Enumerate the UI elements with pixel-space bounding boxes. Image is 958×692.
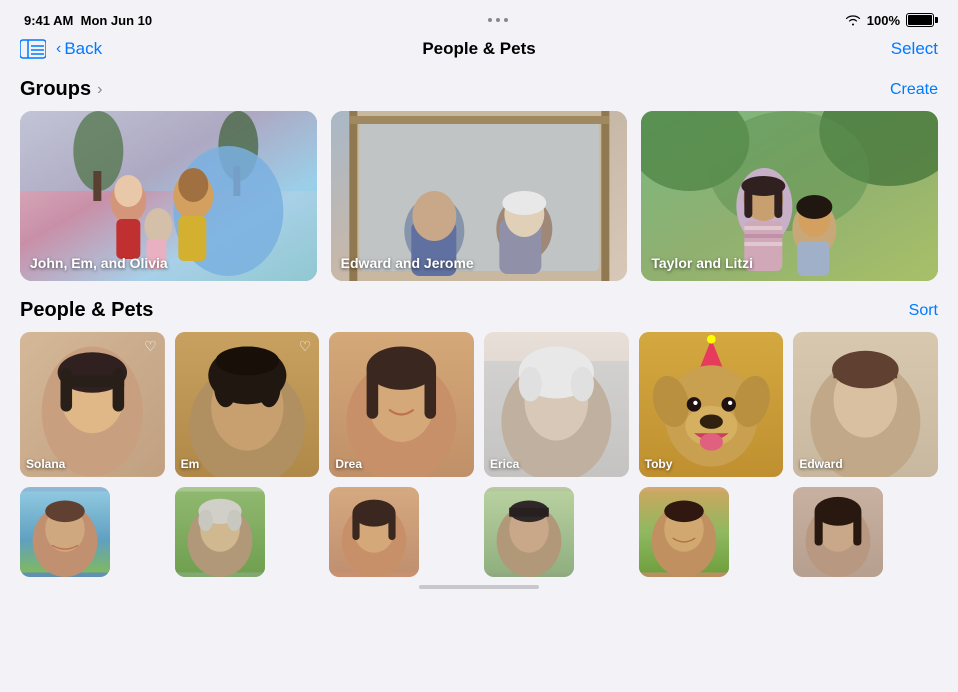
person-image-em [175, 332, 320, 477]
person-card-11[interactable] [639, 487, 729, 577]
person-name-em: Em [181, 457, 200, 471]
people-grid-row2 [20, 487, 938, 577]
person-name-solana: Solana [26, 457, 65, 471]
status-center [488, 18, 508, 22]
nav-bar: ‹ Back People & Pets Select [0, 36, 958, 68]
people-grid-row1: ♡ Solana [20, 332, 938, 477]
group-2-label: Edward and Jerome [341, 255, 474, 271]
person-image-7 [20, 487, 110, 577]
create-button[interactable]: Create [890, 81, 938, 99]
person-image-12 [793, 487, 883, 577]
back-label: Back [64, 39, 102, 59]
battery-fill [908, 15, 932, 25]
person-card-em[interactable]: ♡ Em [175, 332, 320, 477]
person-card-8[interactable] [175, 487, 265, 577]
groups-title-row[interactable]: Groups › [20, 78, 102, 101]
person-image-11 [639, 487, 729, 577]
scroll-pill [419, 585, 539, 589]
back-chevron-icon: ‹ [56, 40, 61, 58]
wifi-icon [845, 14, 861, 26]
sort-button[interactable]: Sort [909, 302, 938, 320]
person-card-edward[interactable]: Edward [793, 332, 938, 477]
main-content: Groups › Create [0, 68, 958, 577]
person-card-toby[interactable]: Toby [639, 332, 784, 477]
scroll-indicator [0, 585, 958, 589]
person-card-10[interactable] [484, 487, 574, 577]
select-button[interactable]: Select [891, 39, 938, 59]
person-image-9 [329, 487, 419, 577]
groups-chevron-icon: › [97, 81, 102, 99]
status-right: 100% [845, 13, 934, 28]
person-image-solana [20, 332, 165, 477]
person-image-erica [484, 332, 629, 477]
person-image-drea [329, 332, 474, 477]
group-card-2[interactable]: Edward and Jerome [331, 111, 628, 281]
person-name-edward: Edward [799, 457, 842, 471]
status-bar: 9:41 AM Mon Jun 10 100% [0, 0, 958, 36]
status-dot-2 [496, 18, 500, 22]
person-image-10 [484, 487, 574, 577]
person-image-toby [639, 332, 784, 477]
status-dot-1 [488, 18, 492, 22]
person-card-9[interactable] [329, 487, 419, 577]
people-section-header: People & Pets Sort [20, 299, 938, 322]
heart-icon-solana: ♡ [144, 338, 157, 355]
battery-icon [906, 13, 934, 27]
person-card-drea[interactable]: Drea [329, 332, 474, 477]
person-card-erica[interactable]: Erica [484, 332, 629, 477]
person-name-toby: Toby [645, 457, 673, 471]
group-card-1[interactable]: John, Em, and Olivia [20, 111, 317, 281]
person-card-solana[interactable]: ♡ Solana [20, 332, 165, 477]
person-card-12[interactable] [793, 487, 883, 577]
group-3-label: Taylor and Litzi [651, 255, 753, 271]
heart-icon-em: ♡ [299, 338, 312, 355]
device-frame: 9:41 AM Mon Jun 10 100% [0, 0, 958, 692]
page-title: People & Pets [422, 39, 535, 59]
status-dot-3 [504, 18, 508, 22]
groups-section-header: Groups › Create [20, 78, 938, 101]
groups-row: John, Em, and Olivia [20, 111, 938, 281]
battery-percent: 100% [867, 13, 900, 28]
back-button[interactable]: ‹ Back [56, 39, 102, 59]
person-name-drea: Drea [335, 457, 362, 471]
person-name-erica: Erica [490, 457, 519, 471]
person-image-edward [793, 332, 938, 477]
status-time: 9:41 AM Mon Jun 10 [24, 13, 152, 28]
nav-left: ‹ Back [20, 38, 102, 60]
sidebar-toggle-icon[interactable] [20, 38, 48, 60]
person-card-7[interactable] [20, 487, 110, 577]
person-image-8 [175, 487, 265, 577]
people-title: People & Pets [20, 299, 153, 322]
group-card-3[interactable]: Taylor and Litzi [641, 111, 938, 281]
groups-title: Groups [20, 78, 91, 101]
group-1-label: John, Em, and Olivia [30, 255, 168, 271]
